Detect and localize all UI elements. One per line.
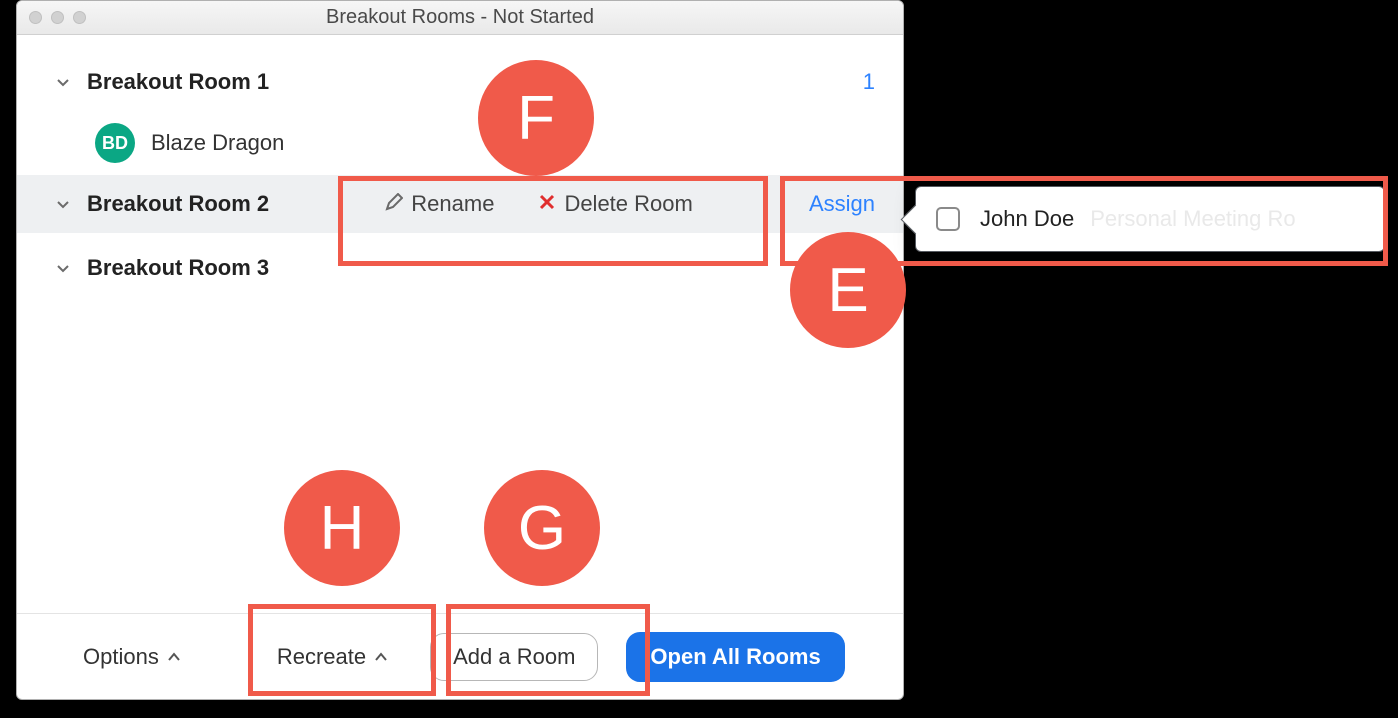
close-window-icon[interactable] xyxy=(29,11,42,24)
minimize-window-icon[interactable] xyxy=(51,11,64,24)
delete-room-button[interactable]: Delete Room xyxy=(538,191,692,217)
x-icon xyxy=(538,191,556,217)
titlebar[interactable]: Breakout Rooms - Not Started xyxy=(17,1,903,35)
options-label: Options xyxy=(83,644,159,670)
pencil-icon xyxy=(385,191,403,217)
chevron-up-icon xyxy=(167,644,181,670)
avatar: BD xyxy=(95,123,135,163)
chevron-down-icon[interactable] xyxy=(53,194,73,214)
assign-checkbox[interactable] xyxy=(936,207,960,231)
participant-row[interactable]: BD Blaze Dragon xyxy=(17,111,903,175)
breakout-rooms-window: Breakout Rooms - Not Started Breakout Ro… xyxy=(16,0,904,700)
room-actions: Rename Delete Room xyxy=(269,191,809,217)
room-name: Breakout Room 1 xyxy=(87,69,269,95)
chevron-up-icon xyxy=(374,644,388,670)
delete-room-label: Delete Room xyxy=(564,191,692,217)
assign-popover-extra: Personal Meeting Ro xyxy=(1090,206,1295,232)
room-row[interactable]: Breakout Room 3 xyxy=(17,239,903,297)
options-menu[interactable]: Options xyxy=(69,634,195,680)
rooms-list: Breakout Room 1 1 BD Blaze Dragon Breako… xyxy=(17,35,903,613)
chevron-down-icon[interactable] xyxy=(53,72,73,92)
assign-popover-name[interactable]: John Doe xyxy=(980,206,1074,232)
room-name: Breakout Room 3 xyxy=(87,255,269,281)
chevron-down-icon[interactable] xyxy=(53,258,73,278)
rename-button[interactable]: Rename xyxy=(385,191,494,217)
recreate-label: Recreate xyxy=(277,644,366,670)
add-room-button[interactable]: Add a Room xyxy=(430,633,598,681)
room-name: Breakout Room 2 xyxy=(87,191,269,217)
open-all-rooms-button[interactable]: Open All Rooms xyxy=(626,632,844,682)
assign-popover: John Doe Personal Meeting Ro xyxy=(915,186,1385,252)
room-row[interactable]: Breakout Room 2 Rename Delete Room Assig… xyxy=(17,175,903,233)
window-controls xyxy=(29,11,86,24)
participant-name: Blaze Dragon xyxy=(151,130,284,156)
recreate-menu[interactable]: Recreate xyxy=(263,634,402,680)
room-participant-count: 1 xyxy=(863,69,875,95)
window-title: Breakout Rooms - Not Started xyxy=(17,6,903,29)
bottom-toolbar: Options Recreate Add a Room Open All Roo… xyxy=(17,613,903,699)
assign-button[interactable]: Assign xyxy=(809,191,875,217)
room-row[interactable]: Breakout Room 1 1 xyxy=(17,53,903,111)
rename-label: Rename xyxy=(411,191,494,217)
zoom-window-icon[interactable] xyxy=(73,11,86,24)
